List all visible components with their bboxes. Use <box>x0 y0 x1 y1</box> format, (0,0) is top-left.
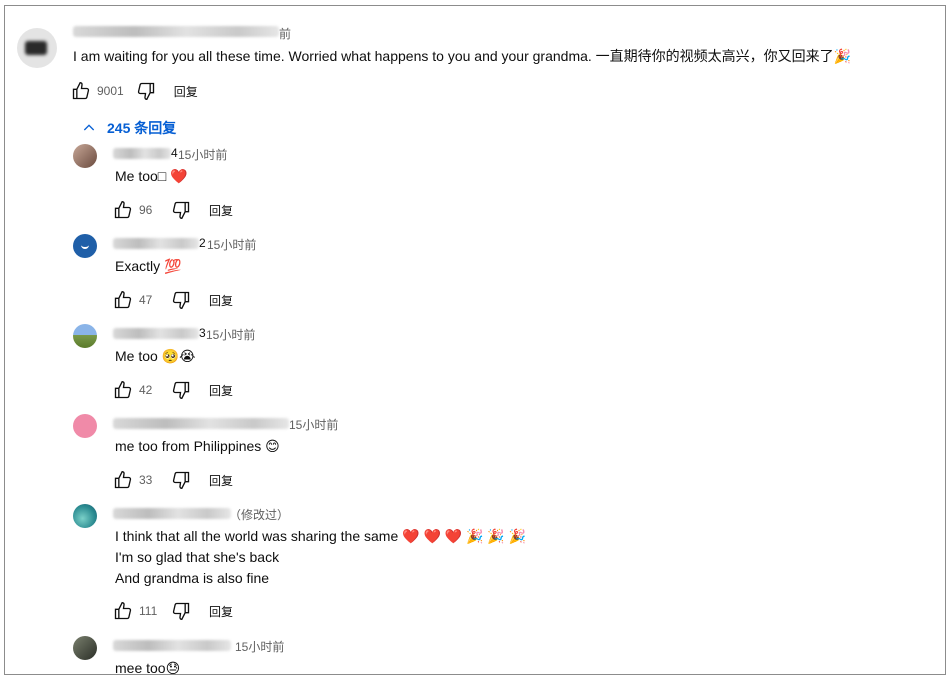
avatar[interactable] <box>73 144 97 168</box>
thumbs-up-icon <box>72 81 90 100</box>
reply-button[interactable]: 回复 <box>174 83 198 100</box>
avatar[interactable] <box>73 414 97 438</box>
avatar[interactable] <box>73 234 97 258</box>
replies-toggle[interactable]: 245 条回复 <box>81 118 176 138</box>
like-count: 111 <box>139 604 158 618</box>
avatar[interactable] <box>73 636 97 660</box>
dislike-button[interactable] <box>169 378 193 402</box>
thumbs-up-icon <box>114 470 132 489</box>
reply-button[interactable]: 回复 <box>209 472 233 489</box>
author-name-redacted[interactable] <box>113 418 289 429</box>
dislike-button[interactable] <box>169 599 193 623</box>
author-name-redacted[interactable] <box>113 328 199 339</box>
comment-actions: 47 回复 <box>111 288 233 312</box>
avatar[interactable] <box>73 324 97 348</box>
comment-time: 15小时前 <box>207 238 257 252</box>
comment-actions: 9001 回复 <box>69 79 198 103</box>
dislike-button[interactable] <box>169 288 193 312</box>
author-name-redacted[interactable] <box>73 26 279 37</box>
thumbs-up-icon <box>114 601 132 620</box>
replies-toggle-label: 245 条回复 <box>107 120 177 136</box>
thumbs-down-icon <box>172 381 190 400</box>
dislike-button[interactable] <box>134 79 158 103</box>
comment-text: I am waiting for you all these time. Wor… <box>73 48 852 64</box>
comment-text: Me too 🥺😭 <box>115 348 196 364</box>
thumbs-up-icon <box>114 200 132 219</box>
thumbs-down-icon <box>172 602 190 621</box>
reply-button[interactable]: 回复 <box>209 603 233 620</box>
like-button[interactable] <box>111 468 135 492</box>
comment-time: （修改过） <box>229 508 290 522</box>
avatar[interactable] <box>73 504 97 528</box>
dislike-button[interactable] <box>169 468 193 492</box>
like-count: 96 <box>139 203 153 217</box>
author-name-tail: 3 <box>199 326 206 340</box>
comment-time: 15小时前 <box>289 418 339 432</box>
author-name-tail: 2 <box>199 236 206 250</box>
thumbs-up-icon <box>114 380 132 399</box>
comment-text-line: I'm so glad that she's back <box>115 549 280 565</box>
comment-text: me too from Philippines 😊 <box>115 438 280 454</box>
comment-text: Me too□ ❤️ <box>115 168 188 184</box>
like-count: 33 <box>139 473 153 487</box>
like-button[interactable] <box>69 79 93 103</box>
thumbs-down-icon <box>172 201 190 220</box>
author-name-redacted[interactable] <box>113 148 171 159</box>
comment-actions: 42 回复 <box>111 378 233 402</box>
comment-time: 前 <box>279 27 292 41</box>
like-count: 9001 <box>97 84 124 98</box>
comment-text: Exactly 💯 <box>115 258 182 274</box>
dislike-button[interactable] <box>169 198 193 222</box>
comment-time: 15小时前 <box>206 328 256 342</box>
author-name-redacted[interactable] <box>113 508 231 519</box>
like-button[interactable] <box>111 599 135 623</box>
like-button[interactable] <box>111 378 135 402</box>
like-count: 47 <box>139 293 153 307</box>
comment-actions: 111 回复 <box>111 599 233 623</box>
reply-button[interactable]: 回复 <box>209 382 233 399</box>
comment-actions: 33 回复 <box>111 468 233 492</box>
comment-text-line: I think that all the world was sharing t… <box>115 528 527 544</box>
chevron-up-icon <box>83 124 95 131</box>
comment-time: 15小时前 <box>235 640 285 654</box>
comments-panel: 前 I am waiting for you all these time. W… <box>4 5 946 675</box>
comment-text: mee too😓 <box>115 660 181 675</box>
like-count: 42 <box>139 383 153 397</box>
thumbs-down-icon <box>172 471 190 490</box>
reply-button[interactable]: 回复 <box>209 202 233 219</box>
comment-time: 15小时前 <box>178 148 228 162</box>
author-name-redacted[interactable] <box>113 640 231 651</box>
thumbs-down-icon <box>137 82 154 101</box>
like-button[interactable] <box>111 198 135 222</box>
like-button[interactable] <box>111 288 135 312</box>
reply-button[interactable]: 回复 <box>209 292 233 309</box>
author-name-tail: 4 <box>171 146 178 160</box>
avatar[interactable] <box>17 28 57 68</box>
author-name-redacted[interactable] <box>113 238 199 249</box>
thumbs-up-icon <box>114 290 132 309</box>
thumbs-down-icon <box>172 291 190 310</box>
comment-actions: 96 回复 <box>111 198 233 222</box>
comment-text-line: And grandma is also fine <box>115 570 270 586</box>
